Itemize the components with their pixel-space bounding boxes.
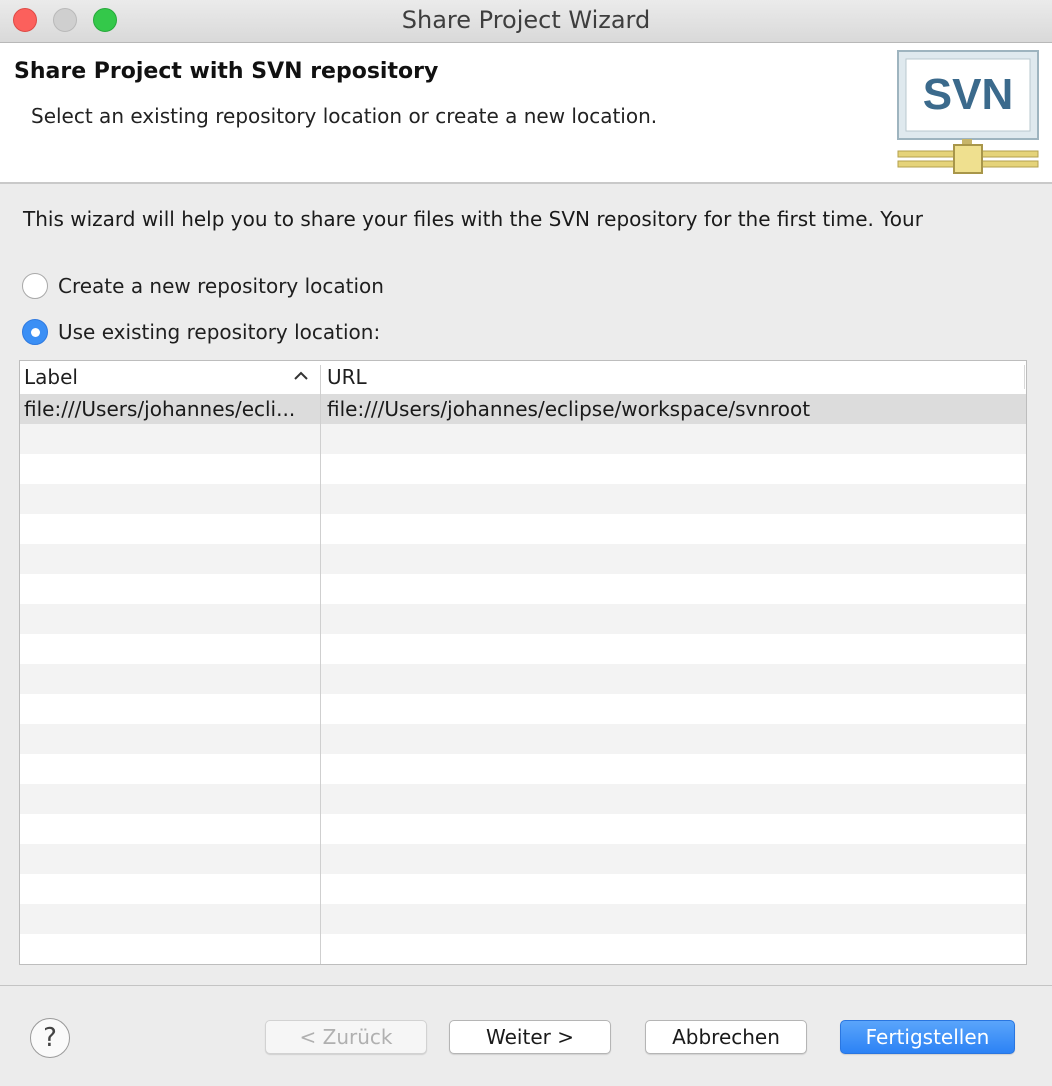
empty-table-row <box>20 904 1026 934</box>
svn-logo-text: SVN <box>923 70 1013 119</box>
column-divider <box>1024 365 1025 389</box>
column-header-label[interactable]: Label <box>24 361 314 394</box>
next-button[interactable]: Weiter > <box>449 1020 611 1054</box>
empty-table-row <box>20 934 1026 964</box>
empty-table-row <box>20 664 1026 694</box>
back-button[interactable]: < Zurück <box>265 1020 427 1054</box>
column-header-url-text: URL <box>327 365 367 389</box>
empty-table-row <box>20 514 1026 544</box>
empty-table-row <box>20 874 1026 904</box>
svn-logo-icon: SVN <box>897 50 1039 174</box>
empty-table-row <box>20 544 1026 574</box>
cancel-button[interactable]: Abbrechen <box>645 1020 807 1054</box>
empty-table-row <box>20 754 1026 784</box>
empty-table-row <box>20 784 1026 814</box>
use-existing-location-radio[interactable] <box>22 319 48 345</box>
finish-button[interactable]: Fertigstellen <box>840 1020 1015 1054</box>
empty-table-row <box>20 454 1026 484</box>
empty-table-row <box>20 844 1026 874</box>
empty-table-row <box>20 574 1026 604</box>
footer-divider <box>0 985 1052 986</box>
help-icon: ? <box>43 1023 57 1053</box>
intro-text: This wizard will help you to share your … <box>23 207 923 231</box>
empty-table-row <box>20 814 1026 844</box>
repository-table[interactable]: Label URL file:///Users/johannes/ecli...… <box>19 360 1027 965</box>
use-existing-location-option[interactable]: Use existing repository location: <box>22 317 380 347</box>
empty-table-row <box>20 634 1026 664</box>
empty-table-row <box>20 694 1026 724</box>
empty-table-row <box>20 424 1026 454</box>
row-url-cell: file:///Users/johannes/eclipse/workspace… <box>327 397 811 421</box>
column-header-url[interactable]: URL <box>327 361 367 394</box>
window-title: Share Project Wizard <box>401 6 651 34</box>
page-description: Select an existing repository location o… <box>31 104 658 128</box>
use-existing-location-label: Use existing repository location: <box>58 320 381 344</box>
column-divider <box>320 365 321 964</box>
create-new-location-label: Create a new repository location <box>58 274 384 298</box>
table-header: Label URL <box>20 361 1026 395</box>
column-header-label-text: Label <box>24 365 78 389</box>
create-new-location-option[interactable]: Create a new repository location <box>22 271 384 301</box>
help-button[interactable]: ? <box>30 1018 70 1058</box>
table-row[interactable]: file:///Users/johannes/ecli... file:///Us… <box>20 394 1026 424</box>
empty-table-row <box>20 724 1026 754</box>
page-title: Share Project with SVN repository <box>14 59 439 84</box>
row-label-cell: file:///Users/johannes/ecli... <box>24 397 296 421</box>
sort-ascending-icon[interactable] <box>292 367 310 385</box>
empty-table-row <box>20 484 1026 514</box>
empty-table-row <box>20 604 1026 634</box>
wizard-header: Share Project with SVN repository Select… <box>0 43 1052 184</box>
title-bar: Share Project Wizard <box>0 0 1052 43</box>
create-new-location-radio[interactable] <box>22 273 48 299</box>
